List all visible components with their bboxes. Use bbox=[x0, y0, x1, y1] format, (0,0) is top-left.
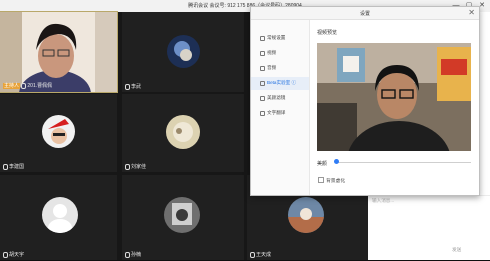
participant-name: 李武 bbox=[125, 83, 141, 90]
sparkle-icon bbox=[260, 96, 265, 101]
mic-icon bbox=[250, 251, 255, 258]
mic-icon bbox=[125, 83, 130, 90]
participant-name: 主持人 201.曹佩佩 bbox=[3, 82, 53, 89]
settings-dialog: 设置 ✕ 常规设置 视频 音频 Beta实验室 ⓘ 美颜滤镜 文字翻译 视频预览… bbox=[250, 6, 480, 196]
nav-item-video[interactable]: 视频 bbox=[251, 47, 309, 60]
mic-icon bbox=[125, 163, 130, 170]
camera-icon bbox=[260, 51, 265, 56]
chat-input[interactable] bbox=[368, 195, 490, 261]
avatar bbox=[164, 197, 200, 233]
avatar bbox=[42, 115, 75, 148]
flask-icon bbox=[260, 81, 265, 86]
host-video-feed bbox=[0, 12, 117, 118]
nav-item-audio[interactable]: 音频 bbox=[251, 62, 309, 75]
speaker-icon bbox=[260, 66, 265, 71]
video-preview bbox=[317, 43, 471, 151]
host-tag: 主持人 bbox=[3, 83, 21, 89]
gear-icon bbox=[260, 36, 265, 41]
participant-tile[interactable]: 胡天宇 bbox=[0, 175, 117, 260]
send-button[interactable]: 发送 bbox=[452, 247, 461, 253]
settings-titlebar: 设置 ✕ bbox=[251, 7, 479, 20]
participant-tile[interactable]: 李建国 bbox=[0, 94, 117, 172]
background-blur-label: 背景虚化 bbox=[326, 179, 346, 184]
default-avatar-icon bbox=[42, 197, 78, 233]
section-label: 视频预览 bbox=[317, 30, 338, 36]
participant-name: 王天成 bbox=[250, 251, 271, 258]
participant-tile-host[interactable]: 主持人 201.曹佩佩 bbox=[0, 11, 118, 118]
participant-tile[interactable]: 李武 bbox=[122, 12, 244, 92]
chat-input-placeholder: 输入消息... bbox=[372, 198, 395, 203]
mic-icon bbox=[21, 82, 27, 89]
background-blur-checkbox[interactable] bbox=[318, 177, 324, 183]
settings-nav: 常规设置 视频 音频 Beta实验室 ⓘ 美颜滤镜 文字翻译 bbox=[251, 20, 310, 195]
nav-item-general[interactable]: 常规设置 bbox=[251, 32, 309, 45]
nav-item-beauty[interactable]: 美颜滤镜 bbox=[251, 92, 309, 105]
beauty-slider[interactable] bbox=[335, 162, 471, 163]
mic-icon bbox=[3, 163, 8, 170]
mic-icon bbox=[3, 251, 8, 258]
participant-name: 胡天宇 bbox=[3, 251, 24, 258]
avatar bbox=[288, 197, 324, 233]
beauty-slider-thumb[interactable] bbox=[334, 159, 339, 164]
translate-icon bbox=[260, 111, 265, 116]
avatar bbox=[167, 35, 200, 68]
settings-close-icon[interactable]: ✕ bbox=[468, 8, 475, 17]
participant-name: 李建国 bbox=[3, 163, 24, 170]
mic-icon bbox=[125, 251, 130, 258]
participant-name: 刘家佳 bbox=[125, 163, 146, 170]
slider-label: 美颜 bbox=[317, 161, 328, 167]
participant-tile[interactable]: 刘家佳 bbox=[122, 94, 244, 172]
nav-item-translate[interactable]: 文字翻译 bbox=[251, 107, 309, 120]
nav-item-beta-lab[interactable]: Beta实验室 ⓘ bbox=[251, 77, 309, 90]
settings-title: 设置 bbox=[359, 11, 370, 17]
participant-tile[interactable]: 孙楠 bbox=[122, 175, 244, 260]
participant-name: 孙楠 bbox=[125, 251, 141, 258]
avatar bbox=[166, 115, 200, 149]
preview-video-feed bbox=[317, 43, 471, 151]
